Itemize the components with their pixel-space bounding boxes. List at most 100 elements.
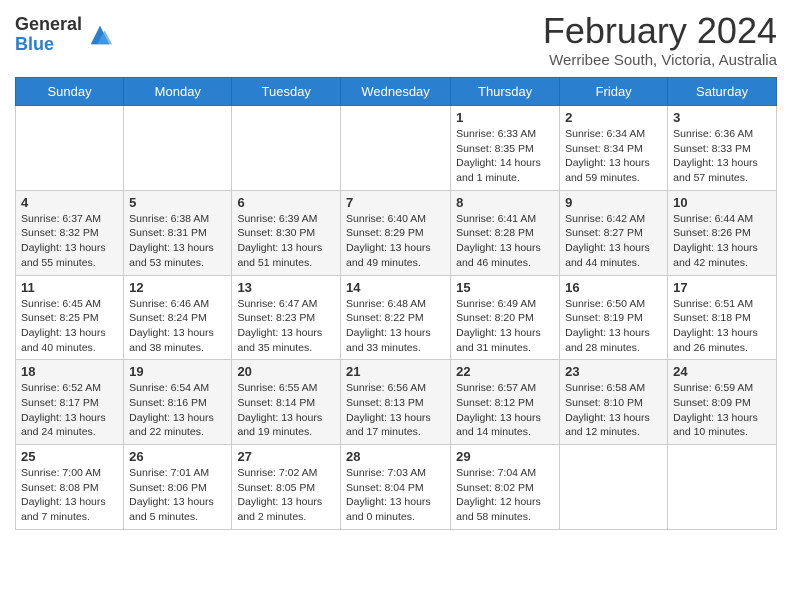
- calendar-cell: [124, 106, 232, 191]
- day-number: 25: [21, 449, 118, 464]
- calendar-body: 1Sunrise: 6:33 AM Sunset: 8:35 PM Daylig…: [16, 106, 777, 530]
- day-number: 19: [129, 364, 226, 379]
- calendar-cell: [668, 445, 777, 530]
- calendar-cell: 17 Sunrise: 6:51 AM Sunset: 8:18 PM Dayli…: [668, 275, 777, 360]
- logo-icon: [86, 21, 114, 49]
- day-number: 17: [673, 280, 771, 295]
- day-number: 18: [21, 364, 118, 379]
- weekday-header-row: SundayMondayTuesdayWednesdayThursdayFrid…: [16, 78, 777, 106]
- calendar-table: SundayMondayTuesdayWednesdayThursdayFrid…: [15, 77, 777, 530]
- day-number: 7: [346, 195, 445, 210]
- calendar-cell: 20 Sunrise: 6:55 AM Sunset: 8:14 PM Dayli…: [232, 360, 341, 445]
- day-info: Sunrise: 6:54 AM Sunset: 8:16 PM Dayligh…: [129, 381, 226, 440]
- calendar-cell: 27 Sunrise: 7:02 AM Sunset: 8:05 PM Dayli…: [232, 445, 341, 530]
- calendar-week-row: 25 Sunrise: 7:00 AM Sunset: 8:08 PM Dayli…: [16, 445, 777, 530]
- day-number: 29: [456, 449, 554, 464]
- calendar-cell: 5 Sunrise: 6:38 AM Sunset: 8:31 PM Daylig…: [124, 190, 232, 275]
- day-info: Sunrise: 6:34 AM Sunset: 8:34 PM Dayligh…: [565, 127, 662, 186]
- calendar-cell: 6 Sunrise: 6:39 AM Sunset: 8:30 PM Daylig…: [232, 190, 341, 275]
- calendar-cell: 24 Sunrise: 6:59 AM Sunset: 8:09 PM Dayli…: [668, 360, 777, 445]
- calendar-cell: 9 Sunrise: 6:42 AM Sunset: 8:27 PM Daylig…: [560, 190, 668, 275]
- day-info: Sunrise: 6:38 AM Sunset: 8:31 PM Dayligh…: [129, 212, 226, 271]
- logo: General Blue: [15, 15, 114, 55]
- day-number: 16: [565, 280, 662, 295]
- calendar-cell: 26 Sunrise: 7:01 AM Sunset: 8:06 PM Dayli…: [124, 445, 232, 530]
- weekday-header-sunday: Sunday: [16, 78, 124, 106]
- calendar-cell: 16 Sunrise: 6:50 AM Sunset: 8:19 PM Dayli…: [560, 275, 668, 360]
- day-info: Sunrise: 6:37 AM Sunset: 8:32 PM Dayligh…: [21, 212, 118, 271]
- day-number: 5: [129, 195, 226, 210]
- day-number: 26: [129, 449, 226, 464]
- weekday-header-thursday: Thursday: [451, 78, 560, 106]
- calendar-cell: 13 Sunrise: 6:47 AM Sunset: 8:23 PM Dayli…: [232, 275, 341, 360]
- day-number: 1: [456, 110, 554, 125]
- calendar-cell: 10Sunrise: 6:44 AM Sunset: 8:26 PM Dayli…: [668, 190, 777, 275]
- logo-blue-text: Blue: [15, 35, 82, 55]
- day-info: Sunrise: 6:49 AM Sunset: 8:20 PM Dayligh…: [456, 297, 554, 356]
- calendar-cell: [341, 106, 451, 191]
- day-info: Sunrise: 6:55 AM Sunset: 8:14 PM Dayligh…: [237, 381, 335, 440]
- calendar-cell: 4 Sunrise: 6:37 AM Sunset: 8:32 PM Daylig…: [16, 190, 124, 275]
- calendar-cell: 19 Sunrise: 6:54 AM Sunset: 8:16 PM Dayli…: [124, 360, 232, 445]
- calendar-cell: 7Sunrise: 6:40 AM Sunset: 8:29 PM Daylig…: [341, 190, 451, 275]
- day-number: 12: [129, 280, 226, 295]
- day-number: 21: [346, 364, 445, 379]
- day-number: 15: [456, 280, 554, 295]
- weekday-header-saturday: Saturday: [668, 78, 777, 106]
- day-number: 2: [565, 110, 662, 125]
- day-info: Sunrise: 6:58 AM Sunset: 8:10 PM Dayligh…: [565, 381, 662, 440]
- day-info: Sunrise: 6:42 AM Sunset: 8:27 PM Dayligh…: [565, 212, 662, 271]
- day-number: 24: [673, 364, 771, 379]
- calendar-cell: [560, 445, 668, 530]
- day-info: Sunrise: 6:52 AM Sunset: 8:17 PM Dayligh…: [21, 381, 118, 440]
- day-info: Sunrise: 6:39 AM Sunset: 8:30 PM Dayligh…: [237, 212, 335, 271]
- calendar-cell: 11 Sunrise: 6:45 AM Sunset: 8:25 PM Dayli…: [16, 275, 124, 360]
- day-info: Sunrise: 7:02 AM Sunset: 8:05 PM Dayligh…: [237, 466, 335, 525]
- calendar-cell: 23 Sunrise: 6:58 AM Sunset: 8:10 PM Dayli…: [560, 360, 668, 445]
- calendar-week-row: 1Sunrise: 6:33 AM Sunset: 8:35 PM Daylig…: [16, 106, 777, 191]
- calendar-header: SundayMondayTuesdayWednesdayThursdayFrid…: [16, 78, 777, 106]
- day-info: Sunrise: 7:04 AM Sunset: 8:02 PM Dayligh…: [456, 466, 554, 525]
- day-info: Sunrise: 6:51 AM Sunset: 8:18 PM Dayligh…: [673, 297, 771, 356]
- weekday-header-wednesday: Wednesday: [341, 78, 451, 106]
- calendar-cell: 3Sunrise: 6:36 AM Sunset: 8:33 PM Daylig…: [668, 106, 777, 191]
- day-info: Sunrise: 7:00 AM Sunset: 8:08 PM Dayligh…: [21, 466, 118, 525]
- header: General Blue February 2024 Werribee Sout…: [15, 10, 777, 69]
- calendar-week-row: 11 Sunrise: 6:45 AM Sunset: 8:25 PM Dayli…: [16, 275, 777, 360]
- day-info: Sunrise: 6:41 AM Sunset: 8:28 PM Dayligh…: [456, 212, 554, 271]
- day-number: 8: [456, 195, 554, 210]
- day-info: Sunrise: 6:45 AM Sunset: 8:25 PM Dayligh…: [21, 297, 118, 356]
- day-number: 23: [565, 364, 662, 379]
- weekday-header-monday: Monday: [124, 78, 232, 106]
- day-number: 6: [237, 195, 335, 210]
- day-info: Sunrise: 6:47 AM Sunset: 8:23 PM Dayligh…: [237, 297, 335, 356]
- day-info: Sunrise: 7:03 AM Sunset: 8:04 PM Dayligh…: [346, 466, 445, 525]
- calendar-cell: 8 Sunrise: 6:41 AM Sunset: 8:28 PM Daylig…: [451, 190, 560, 275]
- day-number: 22: [456, 364, 554, 379]
- calendar-cell: [16, 106, 124, 191]
- day-number: 20: [237, 364, 335, 379]
- day-info: Sunrise: 6:57 AM Sunset: 8:12 PM Dayligh…: [456, 381, 554, 440]
- calendar-cell: 15 Sunrise: 6:49 AM Sunset: 8:20 PM Dayli…: [451, 275, 560, 360]
- day-number: 27: [237, 449, 335, 464]
- calendar-week-row: 18 Sunrise: 6:52 AM Sunset: 8:17 PM Dayli…: [16, 360, 777, 445]
- calendar-cell: 29 Sunrise: 7:04 AM Sunset: 8:02 PM Dayli…: [451, 445, 560, 530]
- day-number: 3: [673, 110, 771, 125]
- weekday-header-friday: Friday: [560, 78, 668, 106]
- day-info: Sunrise: 6:50 AM Sunset: 8:19 PM Dayligh…: [565, 297, 662, 356]
- day-number: 10: [673, 195, 771, 210]
- day-number: 13: [237, 280, 335, 295]
- title-area: February 2024 Werribee South, Victoria, …: [543, 10, 777, 69]
- calendar-cell: 12Sunrise: 6:46 AM Sunset: 8:24 PM Dayli…: [124, 275, 232, 360]
- calendar-week-row: 4 Sunrise: 6:37 AM Sunset: 8:32 PM Daylig…: [16, 190, 777, 275]
- day-info: Sunrise: 6:59 AM Sunset: 8:09 PM Dayligh…: [673, 381, 771, 440]
- day-info: Sunrise: 6:56 AM Sunset: 8:13 PM Dayligh…: [346, 381, 445, 440]
- weekday-header-tuesday: Tuesday: [232, 78, 341, 106]
- calendar-cell: 22 Sunrise: 6:57 AM Sunset: 8:12 PM Dayli…: [451, 360, 560, 445]
- month-year-title: February 2024: [543, 10, 777, 52]
- day-number: 9: [565, 195, 662, 210]
- day-info: Sunrise: 7:01 AM Sunset: 8:06 PM Dayligh…: [129, 466, 226, 525]
- day-number: 11: [21, 280, 118, 295]
- calendar-cell: 25 Sunrise: 7:00 AM Sunset: 8:08 PM Dayli…: [16, 445, 124, 530]
- day-number: 4: [21, 195, 118, 210]
